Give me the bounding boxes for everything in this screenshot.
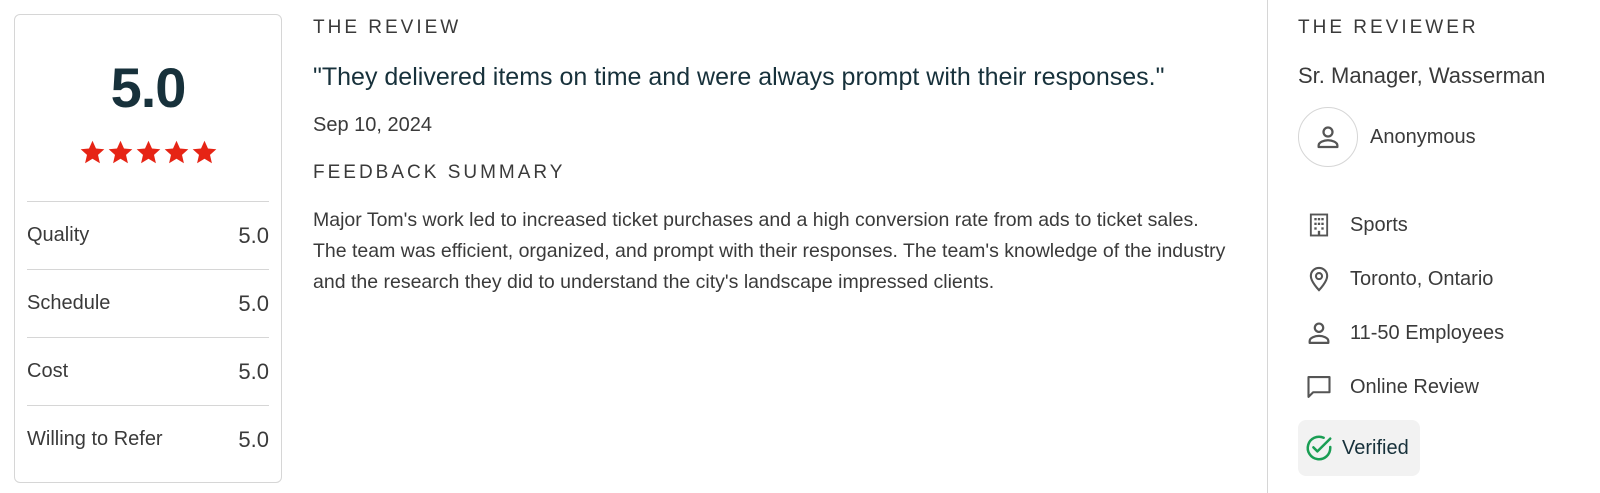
review-date: Sep 10, 2024 <box>313 114 432 136</box>
industry-text: Sports <box>1350 213 1408 236</box>
star-icon <box>79 139 106 166</box>
overall-score: 5.0 <box>110 56 187 119</box>
rating-row-quality: Quality 5.0 <box>27 201 269 269</box>
reviewer-title: Sr. Manager, Wasserman <box>1298 63 1546 88</box>
review-type-text: Online Review <box>1350 375 1479 398</box>
column-divider <box>1267 0 1268 493</box>
building-icon <box>1304 210 1334 240</box>
review-quote: "They delivered items on time and were a… <box>313 63 1165 91</box>
rating-label: Cost <box>27 360 69 382</box>
rating-value: 5.0 <box>238 222 269 248</box>
rating-row-schedule: Schedule 5.0 <box>27 269 269 337</box>
reviewer-heading: THE REVIEWER <box>1298 17 1479 38</box>
verified-badge: Verified <box>1298 420 1420 476</box>
person-icon <box>1304 318 1334 348</box>
reviewer-company-size: 11-50 Employees <box>1304 318 1504 348</box>
reviewer-industry: Sports <box>1304 210 1408 240</box>
avatar <box>1298 107 1358 167</box>
reviewer-review-type: Online Review <box>1304 372 1479 402</box>
review-heading: THE REVIEW <box>313 17 462 38</box>
rating-value: 5.0 <box>238 290 269 316</box>
score-card: 5.0 Quality 5.0 Schedule 5.0 Cost 5.0 Wi… <box>14 14 282 483</box>
location-text: Toronto, Ontario <box>1350 267 1494 290</box>
chat-bubble-icon <box>1304 372 1334 402</box>
person-outline-icon <box>1317 126 1339 149</box>
location-pin-icon <box>1304 264 1334 294</box>
company-size-text: 11-50 Employees <box>1350 321 1505 344</box>
star-icon <box>135 139 162 166</box>
verified-label: Verified <box>1342 436 1409 459</box>
star-icon <box>191 139 218 166</box>
check-circle-icon <box>1306 435 1332 461</box>
rating-value: 5.0 <box>238 426 269 452</box>
rating-row-willing-to-refer: Willing to Refer 5.0 <box>27 405 269 473</box>
feedback-summary-text: Major Tom's work led to increased ticket… <box>313 209 1226 293</box>
star-icon <box>107 139 134 166</box>
star-rating <box>15 139 281 166</box>
rating-row-cost: Cost 5.0 <box>27 337 269 405</box>
reviewer-location: Toronto, Ontario <box>1304 264 1493 294</box>
feedback-summary-heading: FEEDBACK SUMMARY <box>313 162 566 183</box>
rating-label: Quality <box>27 224 90 246</box>
star-icon <box>163 139 190 166</box>
rating-breakdown: Quality 5.0 Schedule 5.0 Cost 5.0 Willin… <box>27 201 269 473</box>
rating-label: Willing to Refer <box>27 428 163 450</box>
review-page: 5.0 Quality 5.0 Schedule 5.0 Cost 5.0 Wi… <box>0 0 1600 493</box>
reviewer-name: Anonymous <box>1370 125 1476 148</box>
rating-value: 5.0 <box>238 358 269 384</box>
reviewer-identity: Anonymous <box>1298 107 1476 167</box>
rating-label: Schedule <box>27 292 111 314</box>
